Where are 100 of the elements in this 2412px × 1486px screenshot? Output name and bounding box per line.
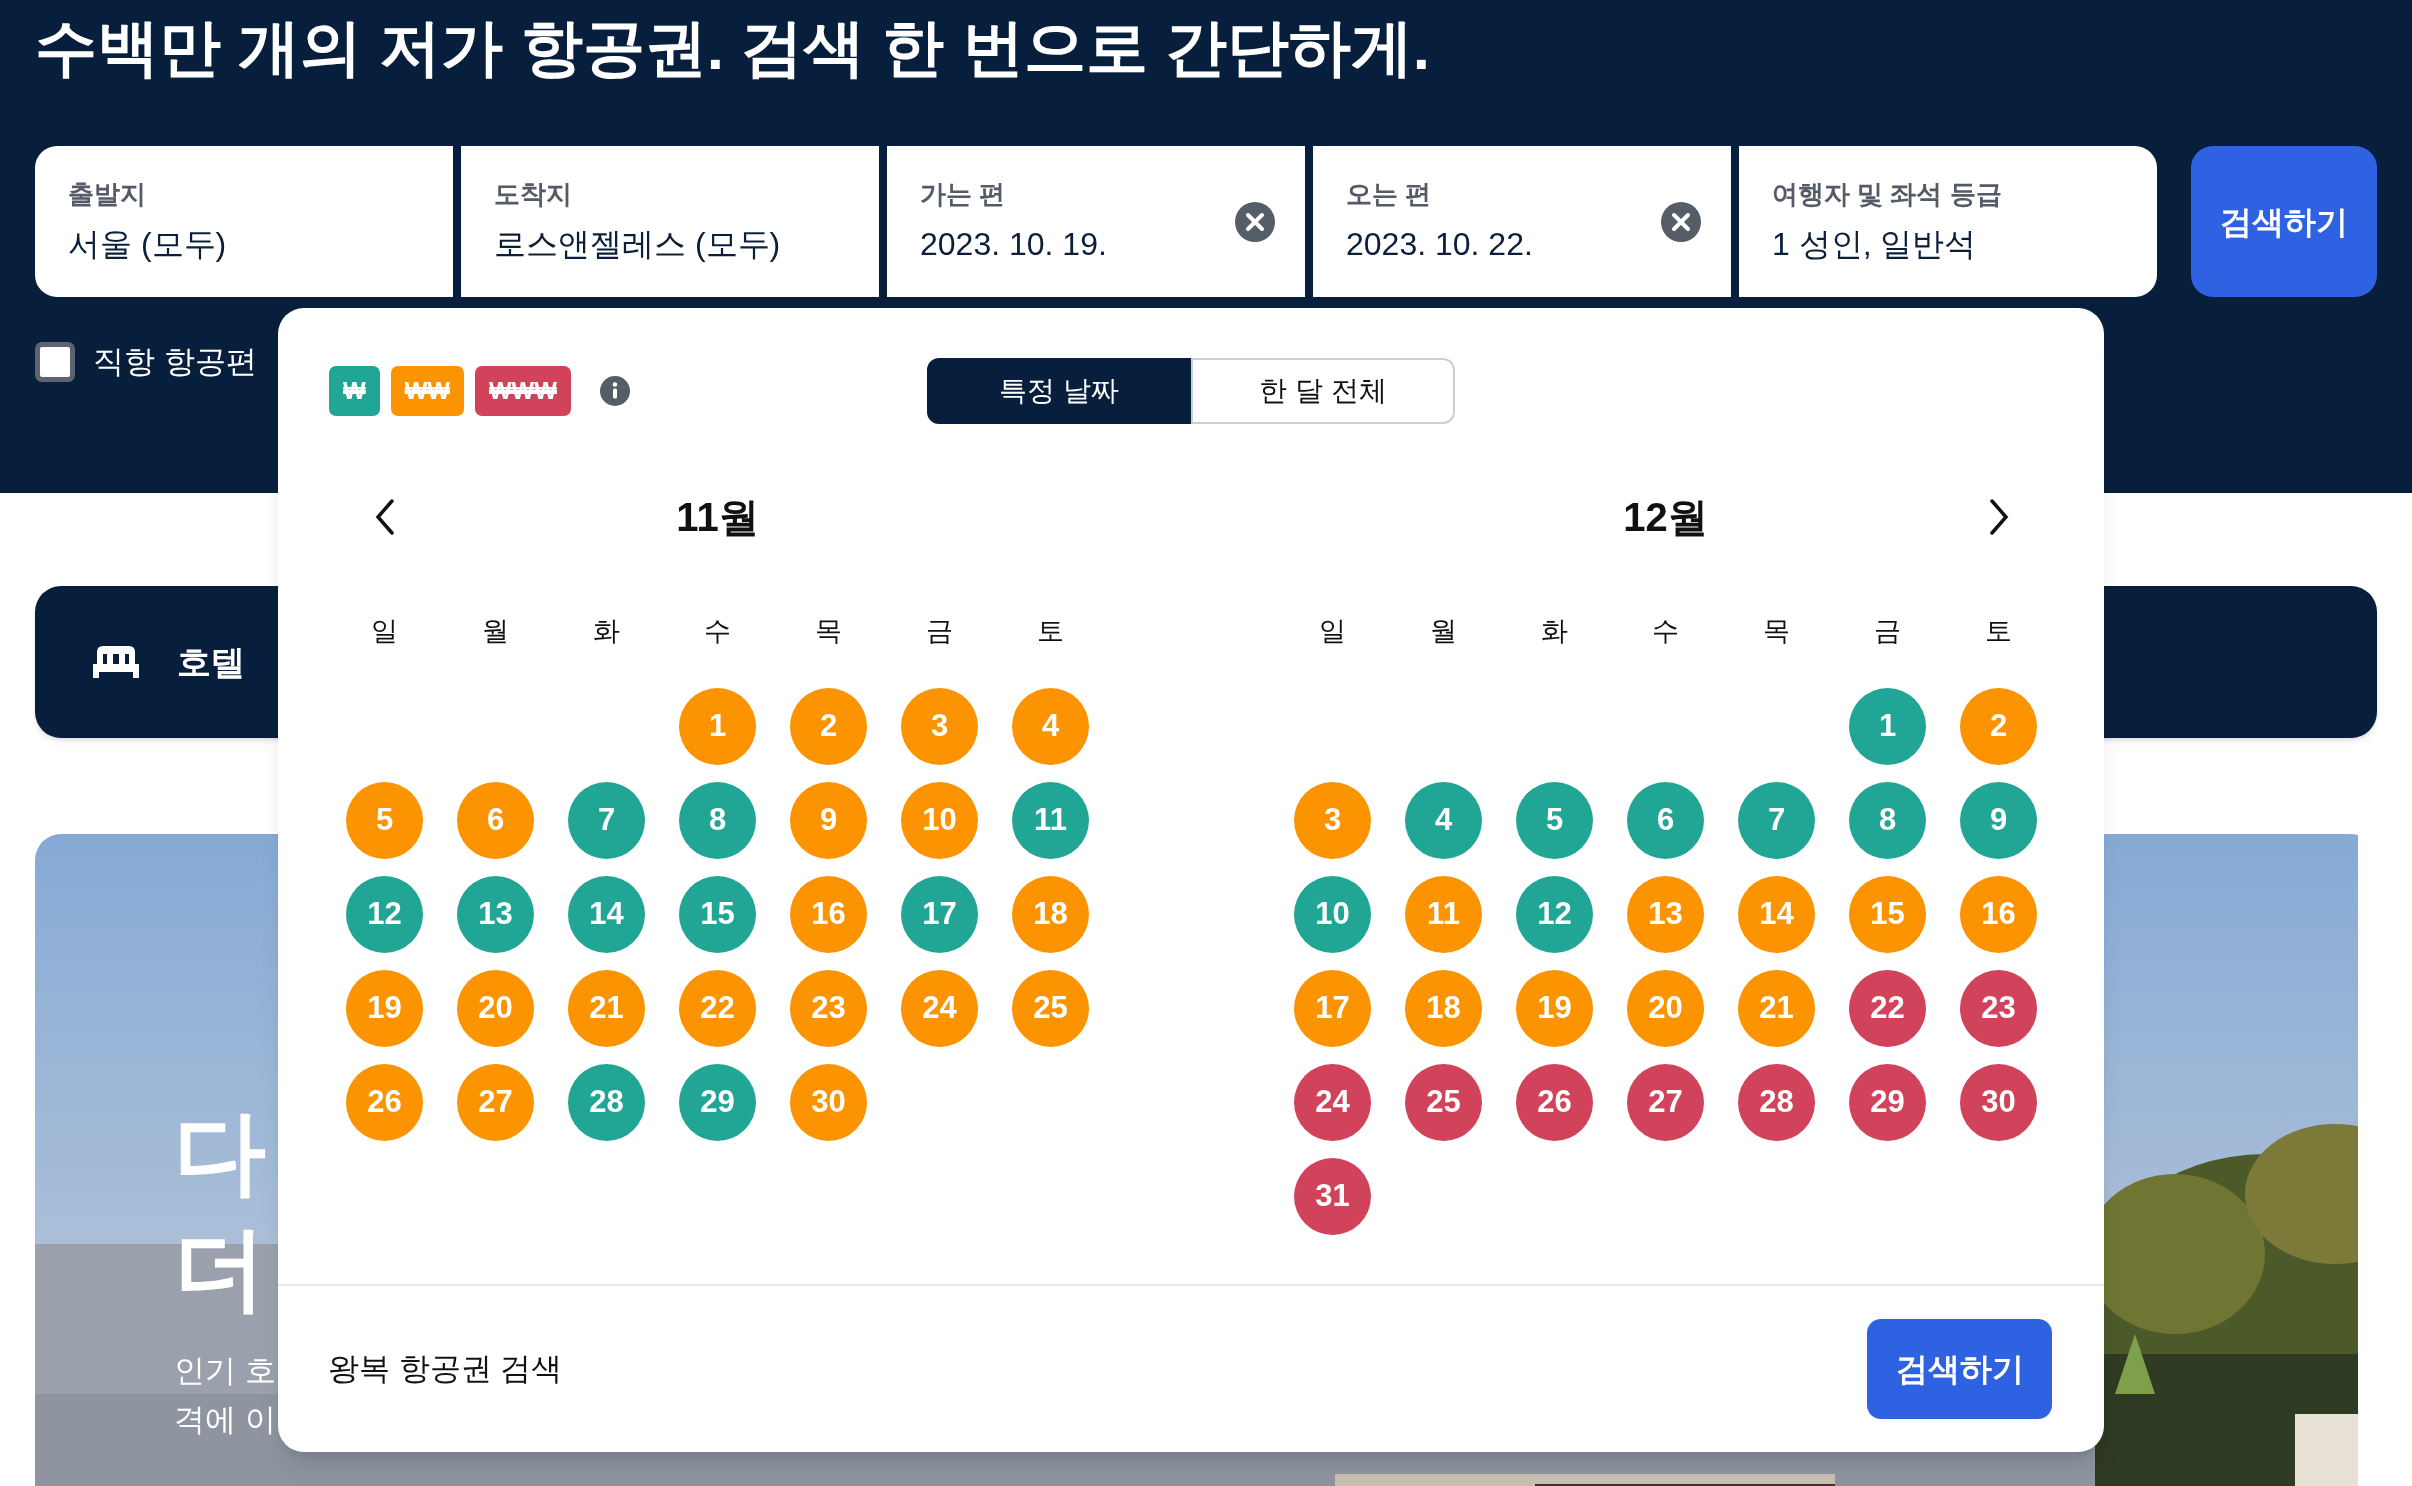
search-button[interactable]: 검색하기 (1867, 1319, 2052, 1419)
calendar-day[interactable]: 3 (901, 687, 978, 765)
promo-heading: 더 (174, 1216, 266, 1321)
calendar-day[interactable]: 1 (679, 687, 756, 765)
weekday-label: 화 (1541, 615, 1568, 648)
calendar-day[interactable]: 8 (679, 781, 756, 859)
calendar-day[interactable]: 25 (1405, 1063, 1482, 1141)
calendar-day[interactable]: 10 (901, 781, 978, 859)
calendar-day[interactable]: 15 (1849, 875, 1926, 953)
search-field[interactable]: 여행자 및 좌석 등급 1 성인, 일반석 (1739, 146, 2157, 297)
price-legend-tag: ₩₩ (390, 366, 464, 416)
date-mode-tab[interactable]: 특정 날짜 (927, 358, 1191, 424)
info-icon[interactable] (599, 376, 630, 406)
calendar-day[interactable]: 15 (679, 875, 756, 953)
direct-flights-checkbox[interactable] (35, 342, 75, 383)
calendar-day[interactable]: 18 (1405, 969, 1482, 1047)
calendar-day[interactable]: 23 (790, 969, 867, 1047)
price-legend-tag: ₩ (329, 366, 380, 416)
weekday-label: 토 (1985, 615, 2012, 648)
calendar-day[interactable]: 12 (346, 875, 423, 953)
month-title: 11월 (676, 494, 759, 541)
weekday-label: 일 (1319, 615, 1346, 648)
search-field[interactable]: 출발지 서울 (모두) (35, 146, 453, 297)
next-month-icon[interactable] (1987, 498, 2010, 536)
calendar-day[interactable]: 24 (901, 969, 978, 1047)
calendar-day[interactable]: 21 (568, 969, 645, 1047)
calendar-day[interactable]: 13 (1627, 875, 1704, 953)
weekday-label: 토 (1037, 615, 1064, 648)
clear-icon[interactable] (1661, 201, 1701, 242)
calendar-day[interactable]: 13 (457, 875, 534, 953)
calendar-day[interactable]: 6 (457, 781, 534, 859)
calendar-day[interactable]: 29 (679, 1063, 756, 1141)
calendar-day[interactable]: 28 (1738, 1063, 1815, 1141)
weekday-label: 금 (1874, 615, 1901, 648)
weekday-label: 목 (1763, 615, 1790, 648)
calendar-day[interactable]: 26 (346, 1063, 423, 1141)
calendar-day[interactable]: 5 (346, 781, 423, 859)
weekday-label: 일 (371, 615, 398, 648)
weekday-label: 목 (815, 615, 842, 648)
calendar-day[interactable]: 27 (457, 1063, 534, 1141)
calendar-day[interactable]: 9 (790, 781, 867, 859)
calendar-day[interactable]: 17 (901, 875, 978, 953)
weekday-label: 금 (926, 615, 953, 648)
calendar-day[interactable]: 4 (1012, 687, 1089, 765)
date-mode-tab[interactable]: 한 달 전체 (1191, 358, 1455, 424)
page-headline: 수백만 개의 저가 항공권. 검색 한 번으로 간단하게. (35, 12, 1432, 84)
calendar-day[interactable]: 19 (1516, 969, 1593, 1047)
calendar-day[interactable]: 8 (1849, 781, 1926, 859)
calendar-day[interactable]: 20 (457, 969, 534, 1047)
weekday-label: 월 (482, 615, 509, 648)
calendar-day[interactable]: 7 (568, 781, 645, 859)
calendar-day[interactable]: 11 (1405, 875, 1482, 953)
calendar-day[interactable]: 20 (1627, 969, 1704, 1047)
calendar-day[interactable]: 27 (1627, 1063, 1704, 1141)
calendar-day[interactable]: 24 (1294, 1063, 1371, 1141)
promo-text: 격에 이 (174, 1401, 276, 1439)
calendar-day[interactable]: 22 (1849, 969, 1926, 1047)
search-field[interactable]: 가는 편 2023. 10. 19. (887, 146, 1305, 297)
calendar-day[interactable]: 18 (1012, 875, 1089, 953)
bed-icon (93, 644, 139, 680)
calendar-day[interactable]: 22 (679, 969, 756, 1047)
search-field[interactable]: 오는 편 2023. 10. 22. (1313, 146, 1731, 297)
calendar-day[interactable]: 12 (1516, 875, 1593, 953)
calendar-day[interactable]: 2 (1960, 687, 2037, 765)
calendar-day[interactable]: 3 (1294, 781, 1371, 859)
calendar-day[interactable]: 17 (1294, 969, 1371, 1047)
calendar-day[interactable]: 26 (1516, 1063, 1593, 1141)
calendar-day[interactable]: 30 (790, 1063, 867, 1141)
calendar-day[interactable]: 30 (1960, 1063, 2037, 1141)
month-title: 12월 (1623, 494, 1708, 541)
calendar-day[interactable]: 16 (790, 875, 867, 953)
calendar-day[interactable]: 21 (1738, 969, 1815, 1047)
calendar-day[interactable]: 5 (1516, 781, 1593, 859)
weekday-label: 수 (704, 615, 731, 648)
weekday-label: 월 (1430, 615, 1457, 648)
calendar-day[interactable]: 10 (1294, 875, 1371, 953)
direct-flights-label: 직항 항공편 (93, 343, 257, 381)
calendar-day[interactable]: 7 (1738, 781, 1815, 859)
calendar-day[interactable]: 14 (1738, 875, 1815, 953)
clear-icon[interactable] (1235, 201, 1275, 242)
calendar-day[interactable]: 23 (1960, 969, 2037, 1047)
calendar-day[interactable]: 19 (346, 969, 423, 1047)
calendar-day[interactable]: 31 (1294, 1157, 1371, 1235)
calendar-day[interactable]: 25 (1012, 969, 1089, 1047)
promo-heading: 다 (174, 1100, 266, 1205)
promo-text: 인기 호 (174, 1352, 276, 1390)
calendar-day[interactable]: 4 (1405, 781, 1482, 859)
round-trip-label: 왕복 항공권 검색 (328, 1349, 563, 1388)
calendar-day[interactable]: 14 (568, 875, 645, 953)
calendar-day[interactable]: 28 (568, 1063, 645, 1141)
calendar-day[interactable]: 6 (1627, 781, 1704, 859)
calendar-day[interactable]: 29 (1849, 1063, 1926, 1141)
calendar-day[interactable]: 16 (1960, 875, 2037, 953)
calendar-day[interactable]: 1 (1849, 687, 1926, 765)
previous-month-icon[interactable] (373, 498, 396, 536)
calendar-day[interactable]: 11 (1012, 781, 1089, 859)
calendar-day[interactable]: 9 (1960, 781, 2037, 859)
search-field[interactable]: 도착지 로스앤젤레스 (모두) (461, 146, 879, 297)
search-button[interactable]: 검색하기 (2191, 146, 2377, 297)
calendar-day[interactable]: 2 (790, 687, 867, 765)
